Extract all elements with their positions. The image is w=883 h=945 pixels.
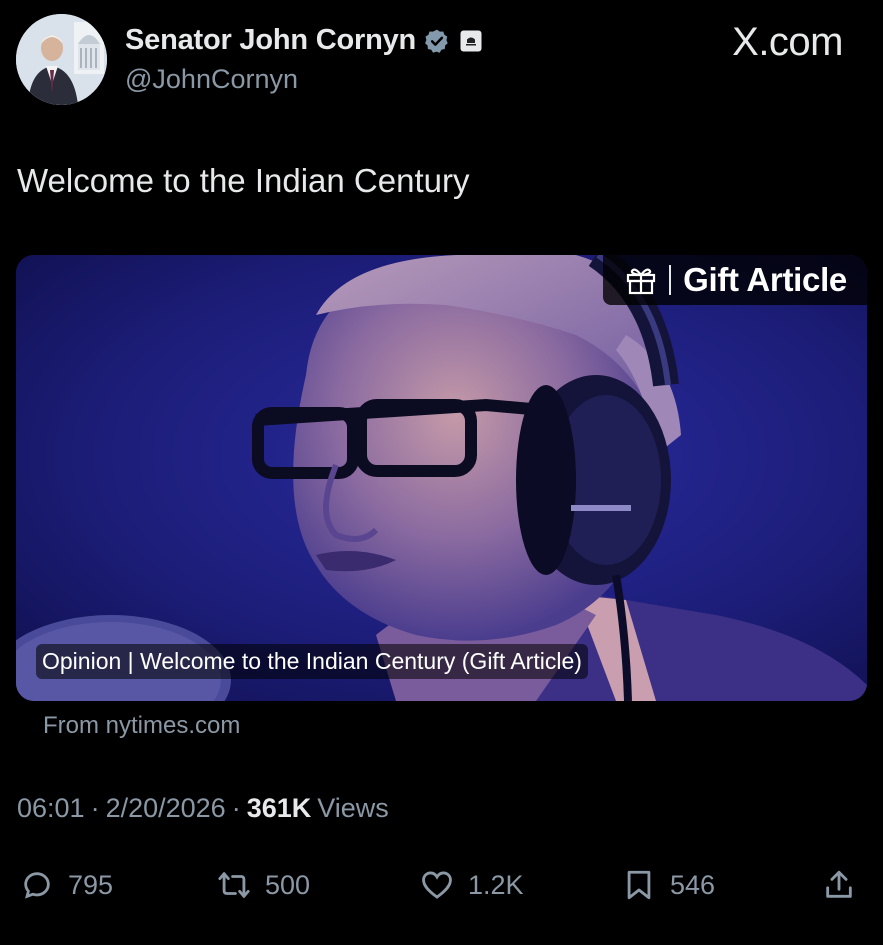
avatar[interactable] — [16, 14, 107, 105]
gift-icon — [627, 268, 656, 295]
meta-separator: · — [231, 793, 241, 823]
x-com-watermark: X.com — [732, 20, 843, 65]
bookmark-count: 546 — [670, 869, 716, 900]
verified-badge-icon[interactable] — [424, 28, 450, 54]
x-com-label: X.com — [732, 20, 843, 64]
meta-separator: · — [90, 793, 100, 823]
share-button[interactable] — [822, 858, 856, 912]
action-bar: 795 500 1.2K 546 — [0, 858, 883, 912]
tweet-date[interactable]: 2/20/2026 — [106, 793, 226, 824]
tweet-time[interactable]: 06:01 — [17, 793, 85, 824]
reply-icon — [24, 872, 50, 899]
repost-count: 500 — [265, 869, 311, 900]
heart-icon — [422, 871, 452, 899]
bookmark-button[interactable]: 546 — [622, 858, 715, 912]
like-count: 1.2K — [468, 869, 524, 900]
card-title: Opinion | Welcome to the Indian Century … — [36, 644, 588, 679]
author-display-name[interactable]: Senator John Cornyn — [125, 24, 416, 57]
link-card[interactable]: Gift Article Opinion | Welcome to the In… — [16, 255, 867, 701]
reply-button[interactable]: 795 — [20, 858, 113, 912]
gift-article-label: Gift Article — [683, 261, 847, 298]
tweet-meta: 06:01 · 2/20/2026 · 361K Views — [17, 793, 389, 824]
article-photo — [16, 255, 867, 701]
gift-article-badge[interactable]: Gift Article — [603, 255, 867, 305]
share-icon — [826, 870, 852, 898]
government-label-icon[interactable] — [460, 30, 482, 52]
repost-button[interactable]: 500 — [217, 858, 310, 912]
repost-icon — [218, 872, 250, 898]
card-source[interactable]: From nytimes.com — [43, 712, 240, 740]
reply-count: 795 — [68, 869, 114, 900]
author-handle[interactable]: @JohnCornyn — [125, 64, 298, 95]
tweet-text: Welcome to the Indian Century — [17, 162, 470, 199]
views-count: 361K — [246, 793, 312, 823]
gift-separator — [669, 265, 672, 295]
bookmark-icon — [627, 870, 651, 900]
like-button[interactable]: 1.2K — [420, 858, 524, 912]
author-name-row: Senator John Cornyn — [125, 24, 482, 57]
views-label: Views — [317, 793, 389, 823]
